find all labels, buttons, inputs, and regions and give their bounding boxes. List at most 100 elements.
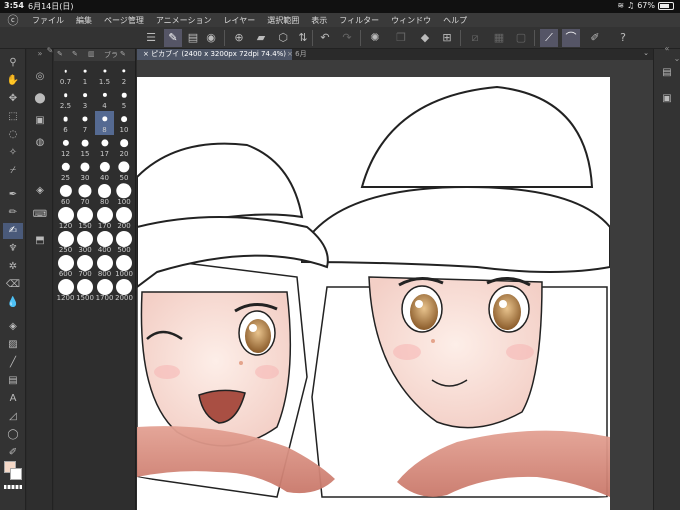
- color-wheel-icon[interactable]: ◍: [31, 135, 49, 151]
- brush-size-cell[interactable]: 150: [76, 207, 95, 231]
- brush-size-cell[interactable]: 40: [95, 159, 114, 183]
- brush-size-cell[interactable]: 1: [76, 63, 95, 87]
- brush-size-cell[interactable]: 2.5: [56, 87, 75, 111]
- brush-size-cell[interactable]: 70: [76, 183, 95, 207]
- app-logo-icon[interactable]: ⓒ: [0, 12, 26, 28]
- tool-property-icon[interactable]: ◎: [31, 69, 49, 85]
- menu-file[interactable]: ファイル: [26, 15, 70, 26]
- copy-icon[interactable]: ❐: [392, 29, 410, 47]
- brush-list-icon[interactable]: ▥: [88, 50, 95, 58]
- line-tool-icon[interactable]: ╱: [3, 355, 23, 371]
- brush-size-cell[interactable]: 0.7: [56, 63, 75, 87]
- close-icon-2[interactable]: ×: [287, 50, 293, 58]
- brush-size-cell[interactable]: 3: [76, 87, 95, 111]
- balloon-tool-icon[interactable]: ◿: [3, 409, 23, 425]
- loading-icon[interactable]: ✺: [366, 29, 384, 47]
- curve-icon[interactable]: ⌒: [562, 29, 580, 47]
- open-folder-icon[interactable]: ▰: [252, 29, 270, 47]
- move-tool-icon[interactable]: ✥: [3, 91, 23, 107]
- fill-icon[interactable]: ◆: [416, 29, 434, 47]
- brush-size-cell[interactable]: 1700: [95, 279, 114, 303]
- transparent-color-swatch[interactable]: [4, 485, 22, 489]
- quick-access-icon[interactable]: ✎: [164, 29, 182, 47]
- brush-size-cell[interactable]: 5: [115, 87, 134, 111]
- brush-size-cell[interactable]: 20: [115, 135, 134, 159]
- lasso-tool-icon[interactable]: ◌: [3, 127, 23, 143]
- hand-tool-icon[interactable]: ✋: [3, 73, 23, 89]
- brush-size-cell[interactable]: 170: [95, 207, 114, 231]
- pen-tool-icon[interactable]: ✒: [3, 187, 23, 203]
- gradient-tool-icon[interactable]: ▨: [3, 337, 23, 353]
- brush-tool-icon[interactable]: ✍: [3, 223, 23, 239]
- stabilizer-icon[interactable]: ⟋: [540, 29, 558, 47]
- brush-size-cell[interactable]: 2: [115, 63, 134, 87]
- canvas-artboard[interactable]: [137, 77, 610, 510]
- document-tab-active[interactable]: × ピカブイ (2400 x 3200px 72dpi 74.4%): [137, 49, 293, 60]
- brush-size-cell[interactable]: 30: [76, 159, 95, 183]
- speech-tool-icon[interactable]: ◯: [3, 427, 23, 443]
- menu-selection[interactable]: 選択範囲: [261, 15, 305, 26]
- brush-size-cell[interactable]: 10: [115, 111, 134, 135]
- frame-tool-icon[interactable]: ▤: [3, 373, 23, 389]
- zoom-tool-icon[interactable]: ⚲: [3, 55, 23, 71]
- palette-icon[interactable]: ▤: [658, 65, 676, 81]
- brush-size-cell[interactable]: 300: [76, 231, 95, 255]
- brush-size-cell[interactable]: 250: [56, 231, 75, 255]
- correct-line-tool-icon[interactable]: ✐: [3, 445, 23, 461]
- transform-icon[interactable]: ⊞: [438, 29, 456, 47]
- brush-size-cell[interactable]: 100: [115, 183, 134, 207]
- brush-size-cell[interactable]: 600: [56, 255, 75, 279]
- brush-size-cell[interactable]: 120: [56, 207, 75, 231]
- brush-size-cell[interactable]: 12: [56, 135, 75, 159]
- sub-color-swatch[interactable]: [10, 468, 22, 480]
- selection-tool-icon[interactable]: ⬚: [3, 109, 23, 125]
- pencil-tool-icon[interactable]: ✏: [3, 205, 23, 221]
- new-file-icon[interactable]: ⊕: [230, 29, 248, 47]
- ruler-icon[interactable]: ⧄: [466, 29, 484, 47]
- help-icon[interactable]: ?: [614, 29, 632, 47]
- undo-icon[interactable]: ↶: [316, 29, 334, 47]
- menu-filter[interactable]: フィルター: [333, 15, 385, 26]
- menu-edit[interactable]: 編集: [70, 15, 98, 26]
- navigator-icon[interactable]: ▣: [31, 113, 49, 129]
- brush-size-cell[interactable]: 500: [115, 231, 134, 255]
- layer-mask-icon[interactable]: ▢: [512, 29, 530, 47]
- menu-animation[interactable]: アニメーション: [150, 15, 218, 26]
- brush-size-cell[interactable]: 1500: [76, 279, 95, 303]
- brush-size-cell[interactable]: 2000: [115, 279, 134, 303]
- eyedropper-tool-icon[interactable]: ⌿: [3, 163, 23, 179]
- view-icon[interactable]: ◉: [202, 29, 220, 47]
- decoration-tool-icon[interactable]: ✲: [3, 259, 23, 275]
- redo-icon[interactable]: ↷: [338, 29, 356, 47]
- menu-view[interactable]: 表示: [305, 15, 333, 26]
- close-icon[interactable]: ×: [143, 50, 149, 58]
- eraser-tool-icon[interactable]: ⌫: [3, 277, 23, 293]
- layer-settings-icon[interactable]: ▤: [184, 29, 202, 47]
- material-icon[interactable]: ⌨: [31, 207, 49, 223]
- history-icon[interactable]: ▣: [658, 91, 676, 107]
- menu-window[interactable]: ウィンドウ: [385, 15, 437, 26]
- hamburger-menu-icon[interactable]: ☰: [142, 29, 160, 47]
- menu-layer[interactable]: レイヤー: [218, 15, 262, 26]
- brush-size-cell[interactable]: 4: [95, 87, 114, 111]
- save-icon[interactable]: ⬡: [274, 29, 292, 47]
- brush-size-cell[interactable]: 400: [95, 231, 114, 255]
- brush-pen-icon-2[interactable]: ✎: [72, 50, 78, 58]
- fill-tool-icon[interactable]: ◈: [3, 319, 23, 335]
- brush-size-cell[interactable]: 200: [115, 207, 134, 231]
- brush-size-cell[interactable]: 15: [76, 135, 95, 159]
- clip-icon[interactable]: ▦: [490, 29, 508, 47]
- airbrush-tool-icon[interactable]: ♆: [3, 241, 23, 257]
- tab-dropdown-icon[interactable]: ⌄: [643, 49, 649, 57]
- vector-icon[interactable]: ✐: [586, 29, 604, 47]
- magic-wand-tool-icon[interactable]: ✧: [3, 145, 23, 161]
- brush-size-cell[interactable]: 7: [76, 111, 95, 135]
- brush-pen-icon[interactable]: ✎: [57, 50, 63, 58]
- brush-size-cell[interactable]: 50: [115, 159, 134, 183]
- brush-size-cell[interactable]: 800: [95, 255, 114, 279]
- sort-icon[interactable]: ⇅: [294, 29, 312, 47]
- text-tool-icon[interactable]: A: [3, 391, 23, 407]
- brush-size-cell[interactable]: 80: [95, 183, 114, 207]
- brush-pen-icon-3[interactable]: ✎: [120, 50, 126, 58]
- brush-tab-label[interactable]: ブラ: [104, 50, 118, 60]
